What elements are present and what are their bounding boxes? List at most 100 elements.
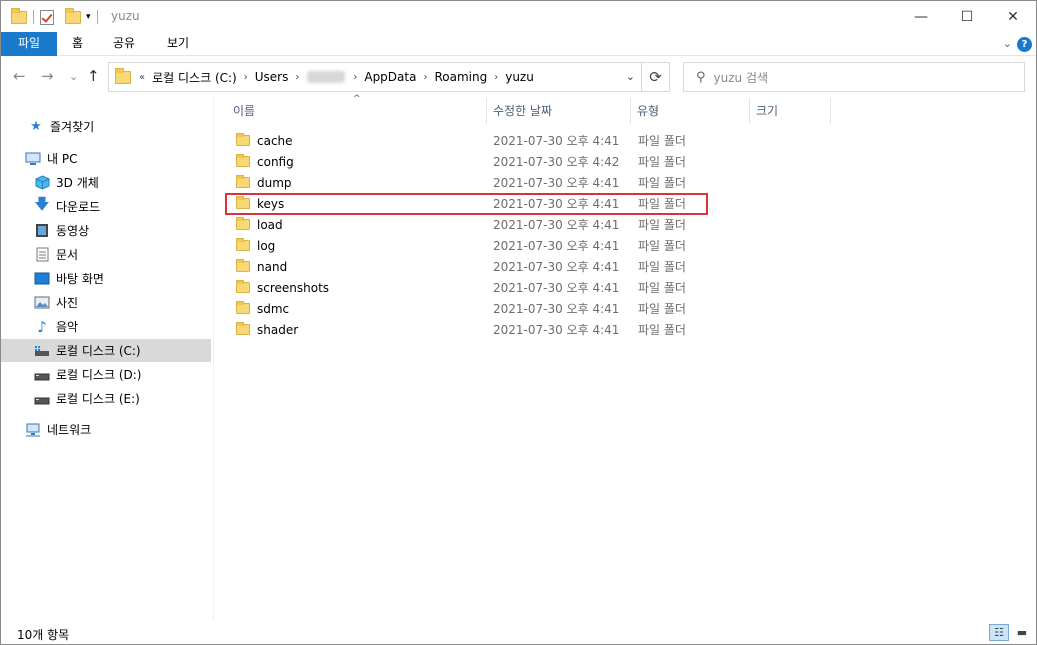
sidebar-item-label: 로컬 디스크 (E:)	[56, 392, 140, 406]
sidebar-item-label: 로컬 디스크 (C:)	[56, 344, 141, 358]
sidebar-item-label: 내 PC	[47, 152, 78, 166]
file-name: log	[257, 238, 276, 253]
forward-button[interactable]: →	[41, 68, 54, 84]
chevron-right-icon[interactable]: ›	[492, 72, 500, 83]
tab-home[interactable]: 홈	[58, 32, 97, 56]
file-date: 2021-07-30 오후 4:42	[493, 155, 620, 169]
status-bar: 10개 항목 ☷ ▬	[1, 621, 1036, 644]
help-icon[interactable]: ?	[1017, 37, 1032, 52]
sidebar-item-music[interactable]: ♪ 음악	[1, 315, 211, 338]
item-count: 10개 항목	[17, 628, 70, 642]
new-folder-icon[interactable]	[65, 7, 81, 24]
file-date: 2021-07-30 오후 4:41	[493, 176, 620, 190]
overflow-icon[interactable]: «	[137, 72, 147, 83]
table-row[interactable]: load 2021-07-30 오후 4:41 파일 폴더	[228, 214, 708, 235]
chevron-down-icon[interactable]: ⌄	[1003, 37, 1012, 50]
download-icon: 🡇	[34, 195, 50, 213]
large-icons-view-icon[interactable]: ▬	[1012, 624, 1032, 641]
breadcrumb-roaming[interactable]: Roaming	[429, 70, 492, 84]
table-row[interactable]: sdmc 2021-07-30 오후 4:41 파일 폴더	[228, 298, 708, 319]
chevron-right-icon[interactable]: ›	[242, 72, 250, 83]
tab-share[interactable]: 공유	[99, 32, 149, 56]
title-bar: ▾ yuzu — ☐ ✕	[1, 1, 1036, 32]
properties-icon[interactable]	[40, 9, 54, 25]
tab-view[interactable]: 보기	[153, 32, 203, 56]
breadcrumb-c-drive[interactable]: 로컬 디스크 (C:)	[147, 69, 242, 86]
sidebar-item-pictures[interactable]: 사진	[1, 291, 211, 314]
video-icon	[34, 223, 50, 239]
breadcrumb-appdata[interactable]: AppData	[359, 70, 421, 84]
column-header-type[interactable]: 유형	[631, 98, 749, 124]
column-divider[interactable]	[830, 98, 831, 124]
file-name: screenshots	[257, 280, 330, 295]
folder-icon	[236, 154, 250, 167]
file-name: nand	[257, 259, 288, 274]
sidebar-item-quick-access[interactable]: ★ 즐겨찾기	[1, 115, 211, 138]
sidebar-item-network[interactable]: 네트워크	[1, 418, 211, 441]
column-header-name[interactable]: 이름	[227, 98, 486, 124]
chevron-right-icon[interactable]: ›	[421, 72, 429, 83]
back-button[interactable]: ←	[13, 68, 26, 84]
up-button[interactable]: ↑	[87, 68, 100, 84]
customize-toolbar-icon[interactable]: ▾	[86, 12, 91, 22]
window-title: yuzu	[111, 9, 140, 23]
table-row[interactable]: config 2021-07-30 오후 4:42 파일 폴더	[228, 151, 708, 172]
file-date: 2021-07-30 오후 4:41	[493, 302, 620, 316]
sidebar-item-downloads[interactable]: 🡇 다운로드	[1, 195, 211, 218]
minimize-button[interactable]: —	[898, 1, 944, 32]
folder-icon	[236, 259, 250, 272]
file-type: 파일 폴더	[638, 176, 686, 190]
table-row[interactable]: shader 2021-07-30 오후 4:41 파일 폴더	[228, 319, 708, 340]
sidebar-item-label: 문서	[56, 248, 79, 262]
close-button[interactable]: ✕	[990, 1, 1036, 32]
chevron-right-icon[interactable]: ›	[351, 72, 359, 83]
column-header-size[interactable]: 크기	[750, 98, 830, 124]
tab-file[interactable]: 파일	[1, 32, 57, 56]
sidebar-item-drive-d[interactable]: 로컬 디스크 (D:)	[1, 363, 211, 386]
file-date: 2021-07-30 오후 4:41	[493, 323, 620, 337]
recent-locations-button[interactable]: ⌄	[69, 69, 78, 85]
file-date: 2021-07-30 오후 4:41	[493, 134, 620, 148]
sidebar-item-documents[interactable]: 문서	[1, 243, 211, 266]
file-date: 2021-07-30 오후 4:41	[493, 218, 620, 232]
sidebar-item-desktop[interactable]: 바탕 화면	[1, 267, 211, 290]
table-row[interactable]: cache 2021-07-30 오후 4:41 파일 폴더	[228, 130, 708, 151]
address-bar[interactable]: « 로컬 디스크 (C:) › Users › › AppData › Roam…	[108, 62, 642, 92]
quick-access-toolbar: ▾	[11, 7, 104, 26]
file-type: 파일 폴더	[638, 260, 686, 274]
sidebar-item-this-pc[interactable]: 내 PC	[1, 147, 211, 170]
table-row[interactable]: log 2021-07-30 오후 4:41 파일 폴더	[228, 235, 708, 256]
details-view-icon[interactable]: ☷	[989, 624, 1009, 641]
address-dropdown-icon[interactable]: ⌄	[626, 70, 635, 83]
sidebar-item-videos[interactable]: 동영상	[1, 219, 211, 242]
star-icon: ★	[30, 119, 42, 134]
separator	[96, 10, 98, 24]
highlight-box	[225, 193, 708, 215]
sidebar-item-drive-c[interactable]: 로컬 디스크 (C:)	[1, 339, 211, 362]
breadcrumb-users[interactable]: Users	[250, 70, 294, 84]
ribbon-tabs: 파일 홈 공유 보기 ⌄ ?	[1, 32, 1036, 56]
sidebar-item-label: 로컬 디스크 (D:)	[56, 368, 142, 382]
table-row[interactable]: nand 2021-07-30 오후 4:41 파일 폴더	[228, 256, 708, 277]
breadcrumb-yuzu[interactable]: yuzu	[500, 70, 539, 84]
redacted-username[interactable]	[307, 71, 346, 83]
refresh-button[interactable]: ⟳	[642, 62, 670, 92]
maximize-button[interactable]: ☐	[944, 1, 990, 32]
sidebar-item-label: 동영상	[56, 224, 90, 238]
file-type: 파일 폴더	[638, 323, 686, 337]
table-row[interactable]: screenshots 2021-07-30 오후 4:41 파일 폴더	[228, 277, 708, 298]
column-header-date[interactable]: 수정한 날짜	[487, 98, 630, 124]
chevron-right-icon[interactable]: ›	[293, 72, 301, 83]
file-date: 2021-07-30 오후 4:41	[493, 239, 620, 253]
file-name: load	[257, 217, 283, 232]
table-row[interactable]: dump 2021-07-30 오후 4:41 파일 폴더	[228, 172, 708, 193]
pictures-icon	[34, 295, 50, 311]
sidebar-item-drive-e[interactable]: 로컬 디스크 (E:)	[1, 387, 211, 410]
search-box[interactable]: ⚲ yuzu 검색	[683, 62, 1025, 92]
sidebar-item-3d-objects[interactable]: 3D 개체	[1, 171, 211, 194]
drive-icon	[34, 343, 50, 359]
file-type: 파일 폴더	[638, 302, 686, 316]
folder-icon	[11, 7, 27, 24]
folder-icon	[236, 217, 250, 230]
sidebar-item-label: 3D 개체	[56, 176, 99, 190]
